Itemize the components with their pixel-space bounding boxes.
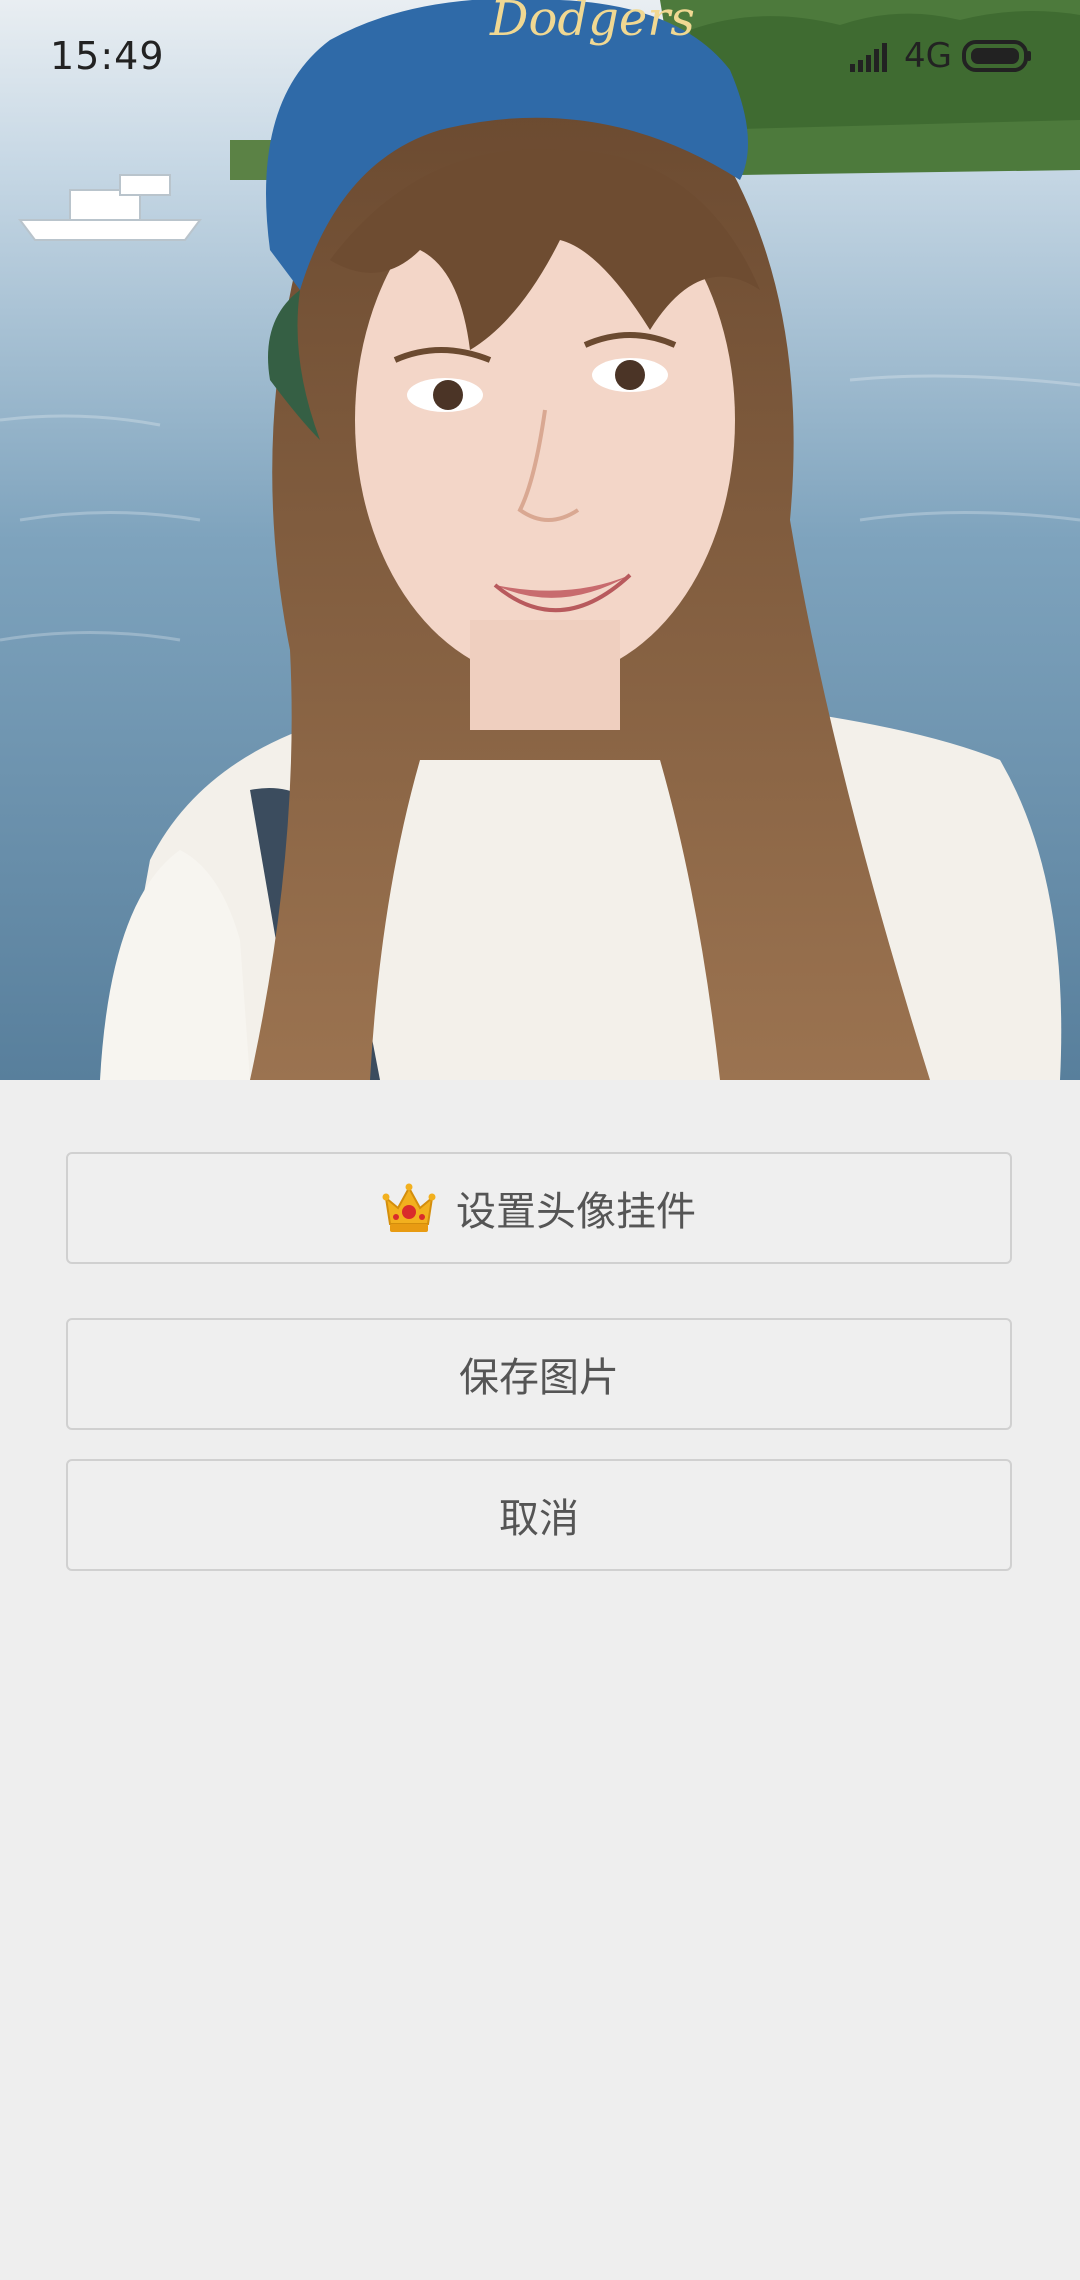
battery-icon bbox=[962, 40, 1031, 72]
network-type: 4G bbox=[904, 36, 952, 76]
screen: Dodgers 15:49 4G 设置头像挂件 保存图片 取消 bbox=[0, 0, 1080, 2280]
set-avatar-pendant-button[interactable]: 设置头像挂件 bbox=[66, 1152, 1012, 1264]
cancel-label: 取消 bbox=[499, 1496, 579, 1542]
cancel-button[interactable]: 取消 bbox=[66, 1459, 1012, 1571]
status-icons: 4G bbox=[850, 36, 1032, 76]
set-avatar-pendant-label: 设置头像挂件 bbox=[456, 1189, 696, 1235]
photo-illustration: Dodgers bbox=[0, 0, 1080, 1080]
status-bar: 15:49 4G bbox=[0, 0, 1080, 120]
status-time: 15:49 bbox=[50, 34, 165, 78]
crown-icon bbox=[382, 1183, 436, 1232]
save-image-button[interactable]: 保存图片 bbox=[66, 1318, 1012, 1430]
profile-photo: Dodgers bbox=[0, 0, 1080, 1080]
save-image-label: 保存图片 bbox=[459, 1355, 619, 1401]
signal-icon bbox=[850, 43, 888, 72]
